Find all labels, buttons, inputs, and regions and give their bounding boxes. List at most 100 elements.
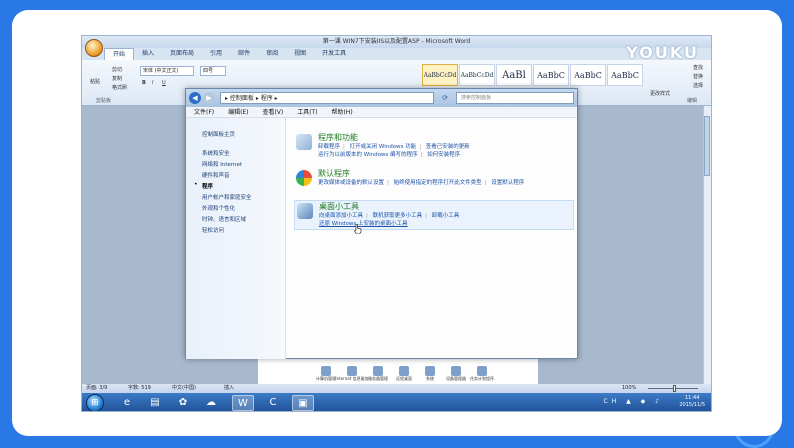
bold-button[interactable]: B	[142, 80, 146, 86]
style-heading-2[interactable]: AaBbC	[533, 64, 569, 86]
nav-item-user-accounts[interactable]: 用户帐户和家庭安全	[202, 193, 252, 201]
tab-home[interactable]: 开始	[104, 48, 135, 60]
link-windows-features[interactable]: 打开或关闭 Windows 功能	[350, 144, 417, 150]
zoom-slider-knob[interactable]	[673, 385, 676, 392]
link-autoplay[interactable]: 更改媒体或设备的默认设置	[318, 180, 384, 186]
link-restore-gadgets[interactable]: 还原 Windows 上安装的桌面小工具	[319, 221, 408, 227]
cloud-app-icon[interactable]: ☁	[200, 395, 222, 411]
font-size-select[interactable]: 四号	[200, 66, 226, 76]
back-icon[interactable]: ◀	[189, 92, 201, 104]
paste-button[interactable]: 粘贴	[90, 78, 100, 85]
ie-icon[interactable]: e	[116, 395, 138, 411]
nav-item-clock-region[interactable]: 时钟、语言和区域	[202, 215, 246, 223]
editing-group: 查找 替换 选择	[693, 64, 703, 91]
status-language: 中文(中国)	[172, 385, 196, 391]
folder-icon[interactable]: ▤	[144, 395, 166, 411]
left-navigation: 控制面板主页 系统和安全 网络和 Internet 硬件和声音 • 程序 用户帐…	[186, 118, 286, 359]
screenshot-area: 第一课 WIN7下安装IIS以及配置ASP - Microsoft Word Y…	[81, 35, 712, 412]
category-title[interactable]: 程序和功能	[318, 132, 358, 143]
tab-developer[interactable]: 开发工具	[314, 48, 354, 60]
link-set-defaults[interactable]: 设置默认程序	[491, 180, 524, 186]
app-taskbar-icon[interactable]: C	[262, 395, 284, 411]
styles-gallery: AaBbCcDd AaBbCcDd AaBl AaBbC AaBbC AaBbC	[422, 64, 644, 86]
refresh-icon[interactable]: ⟳	[438, 92, 452, 104]
nav-item-network[interactable]: 网络和 Internet	[202, 160, 242, 168]
menu-tools[interactable]: 工具(T)	[297, 109, 317, 116]
nav-item-ease-of-access[interactable]: 轻松访问	[202, 226, 224, 234]
link-uninstall-gadget[interactable]: 卸载小工具	[432, 213, 460, 219]
menu-help[interactable]: 帮助(H)	[331, 109, 352, 116]
style-no-spacing[interactable]: AaBbCcDd	[459, 64, 495, 86]
input-language-indicator[interactable]: CH	[604, 398, 621, 405]
font-name-select[interactable]: 宋体 (中文正文)	[140, 66, 194, 76]
doc-thumb: Internet 信息服务	[335, 366, 369, 382]
tab-review[interactable]: 审阅	[258, 48, 286, 60]
menu-view[interactable]: 查看(V)	[262, 109, 283, 116]
link-add-gadgets[interactable]: 向桌面添加小工具	[319, 213, 363, 219]
tab-insert[interactable]: 插入	[134, 48, 162, 60]
search-input[interactable]: 搜索控制面板	[456, 92, 574, 104]
underline-button[interactable]: U	[162, 80, 166, 86]
address-bar[interactable]: ▸ 控制面板 ▸ 程序 ▸	[220, 92, 434, 104]
word-status-bar: 页面: 3/9 字数: 519 中文(中国) 插入 100%	[82, 384, 711, 393]
clipboard-group-label: 剪贴板	[96, 98, 112, 104]
nav-home[interactable]: 控制面板主页	[202, 130, 235, 138]
media-icon[interactable]: ✿	[172, 395, 194, 411]
select-button[interactable]: 选择	[693, 82, 703, 91]
link-installed-updates[interactable]: 查看已安装的更新	[426, 144, 470, 150]
style-heading-1[interactable]: AaBl	[496, 64, 532, 86]
category-programs-features: 程序和功能 卸载程序 | 打开或关闭 Windows 功能 | 查看已安装的更新 运…	[294, 132, 574, 162]
content-pane: 程序和功能 卸载程序 | 打开或关闭 Windows 功能 | 查看已安装的更新 运…	[286, 118, 577, 359]
category-title[interactable]: 桌面小工具	[319, 201, 359, 212]
link-compat[interactable]: 运行为以前版本的 Windows 编写的程序	[318, 152, 418, 158]
office-button[interactable]	[85, 39, 103, 57]
nav-item-hardware[interactable]: 硬件和声音	[202, 171, 230, 179]
nav-item-programs[interactable]: 程序	[202, 182, 213, 190]
hand-cursor-icon	[354, 224, 362, 234]
style-title[interactable]: AaBbC	[570, 64, 606, 86]
category-title[interactable]: 默认程序	[318, 168, 350, 179]
style-subtitle[interactable]: AaBbC	[607, 64, 643, 86]
menu-edit[interactable]: 编辑(E)	[228, 109, 248, 116]
word-taskbar-icon[interactable]: W	[232, 395, 254, 411]
copy-button[interactable]: 复制	[112, 75, 122, 82]
doc-thumb: 服务器管理	[368, 366, 388, 382]
italic-button[interactable]: I	[152, 80, 153, 86]
category-desktop-gadgets: 桌面小工具 向桌面添加小工具 | 联机获取更多小工具 | 卸载小工具 还原 Wind…	[294, 200, 574, 230]
window-toolbar: ◀ ▶ ▸ 控制面板 ▸ 程序 ▸ ⟳ 搜索控制面板	[186, 89, 577, 107]
document-image-strip: 计算机管理 Internet 信息服务 服务器管理 远程桌面 系统 设备管理器 …	[258, 366, 538, 384]
menu-file[interactable]: 文件(F)	[194, 109, 214, 116]
tab-mailings[interactable]: 邮件	[230, 48, 258, 60]
scrollbar-thumb[interactable]	[704, 116, 710, 176]
tray-icons: CH ▲ ◆ ♪	[603, 398, 663, 405]
link-how-install[interactable]: 如何安装程序	[427, 152, 460, 158]
clock[interactable]: 11:44 2015/11/5	[679, 395, 705, 409]
link-file-association[interactable]: 始终使用指定的程序打开此文件类型	[394, 180, 482, 186]
status-mode[interactable]: 插入	[224, 384, 234, 393]
link-uninstall[interactable]: 卸载程序	[318, 144, 340, 150]
status-words: 字数: 519	[128, 385, 151, 391]
status-page: 页面: 3/9	[86, 385, 108, 391]
nav-item-appearance[interactable]: 外观和个性化	[202, 204, 235, 212]
windows-taskbar: ⊞ e ▤ ✿ ☁ W C ▣ CH ▲ ◆ ♪ 11:44 2015/11/5	[82, 393, 711, 411]
tab-references[interactable]: 引用	[202, 48, 230, 60]
tab-view[interactable]: 视图	[286, 48, 314, 60]
start-button[interactable]: ⊞	[86, 394, 104, 411]
control-panel-taskbar-icon[interactable]: ▣	[292, 395, 314, 411]
tab-page-layout[interactable]: 页面布局	[162, 48, 202, 60]
change-styles-button[interactable]: 更改样式	[650, 90, 670, 97]
replace-button[interactable]: 替换	[693, 73, 703, 82]
cut-button[interactable]: 剪切	[112, 66, 122, 73]
category-links: 更改媒体或设备的默认设置 | 始终使用指定的程序打开此文件类型 | 设置默认程序	[318, 180, 525, 186]
word-title: 第一课 WIN7下安装IIS以及配置ASP - Microsoft Word	[322, 38, 471, 45]
find-button[interactable]: 查找	[693, 64, 703, 73]
link-get-more-gadgets[interactable]: 联机获取更多小工具	[373, 213, 423, 219]
gadgets-icon	[297, 203, 313, 219]
forward-icon[interactable]: ▶	[203, 92, 215, 104]
format-painter-button[interactable]: 格式刷	[112, 84, 127, 91]
category-links: 向桌面添加小工具 | 联机获取更多小工具 | 卸载小工具 还原 Windows 上安…	[319, 213, 460, 227]
status-zoom[interactable]: 100%	[622, 384, 636, 393]
nav-item-system-security[interactable]: 系统和安全	[202, 149, 230, 157]
style-normal[interactable]: AaBbCcDd	[422, 64, 458, 86]
doc-thumb: 系统	[420, 366, 440, 382]
